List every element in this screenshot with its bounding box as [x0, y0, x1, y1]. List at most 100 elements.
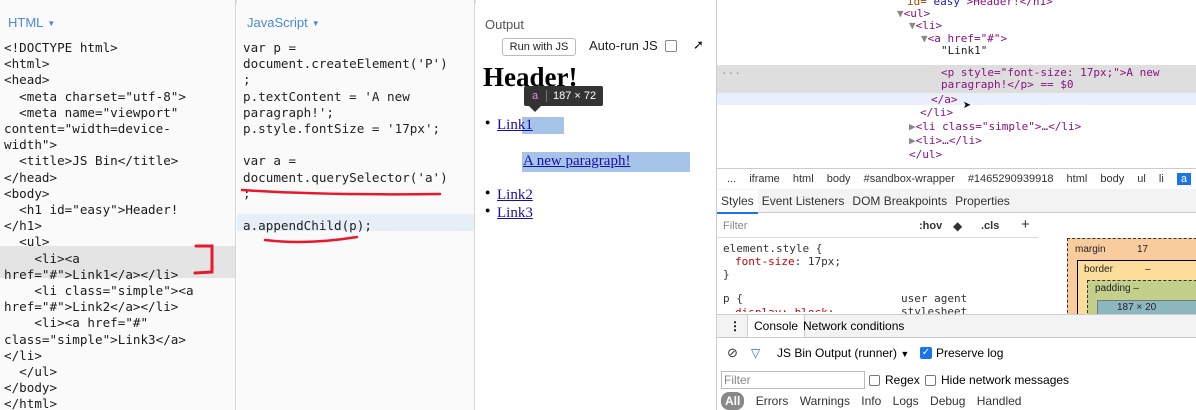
box-model-margin-label: margin	[1075, 244, 1106, 255]
output-link-3[interactable]: Link3	[497, 205, 533, 221]
breadcrumb: ... iframe html body #sandbox-wrapper #1…	[717, 168, 1196, 188]
breadcrumb-item-active[interactable]: a	[1176, 173, 1191, 185]
p-rule-partial: display: block;	[735, 306, 834, 312]
tab-event-listeners[interactable]: Event Listeners	[758, 189, 849, 213]
color-format-icon[interactable]: ◆	[953, 219, 962, 233]
output-list-item: ● Link1	[485, 117, 533, 133]
tab-console[interactable]: Console	[747, 315, 806, 337]
console-filter-row: Filter Regex Hide network messages	[717, 369, 1196, 391]
level-all[interactable]: All	[721, 392, 745, 410]
filter-icon[interactable]: ▽	[751, 338, 760, 368]
box-model-padding-label: padding –	[1095, 283, 1139, 294]
screen: HTML ▼ <!DOCTYPE html> <html> <head> <met…	[0, 0, 1196, 410]
javascript-panel-label-text: JavaScript	[247, 15, 308, 30]
javascript-panel-label[interactable]: JavaScript ▼	[247, 15, 320, 30]
breadcrumb-item[interactable]: iframe	[749, 173, 780, 185]
tab-dom-breakpoints[interactable]: DOM Breakpoints	[848, 189, 951, 213]
context-selector[interactable]: JS Bin Output (runner) ▼	[777, 338, 909, 369]
box-model-border-label: border	[1084, 264, 1113, 275]
level-logs[interactable]: Logs	[893, 394, 919, 408]
tree-p-line2[interactable]: paragraph!</p> == $0	[941, 79, 1073, 91]
javascript-panel: JavaScript ▼ var p = document.createEleme…	[237, 0, 475, 410]
tree-li-simple[interactable]: <li class="simple">…</li>	[916, 120, 1082, 133]
output-list-item: ● Link3	[485, 205, 533, 221]
chevron-down-icon: ▼	[900, 349, 910, 359]
rule-close-brace: }	[723, 268, 730, 281]
level-info[interactable]: Info	[861, 394, 881, 408]
output-panel-label: Output	[485, 17, 525, 32]
tab-network-conditions[interactable]: Network conditions	[803, 315, 904, 337]
sidebar-tabs: Styles Event Listeners DOM Breakpoints Prop…	[717, 189, 1196, 214]
drawer-tabs: ⋮ Console Network conditions	[717, 314, 1196, 338]
tree-a-close[interactable]: </a>	[931, 94, 958, 106]
p-rule-selector: p {	[723, 292, 743, 305]
cls-toggle[interactable]: .cls	[981, 220, 999, 232]
tab-properties[interactable]: Properties	[951, 189, 1014, 213]
breadcrumb-item[interactable]: ul	[1137, 173, 1146, 185]
clear-console-icon[interactable]: ⊘	[727, 338, 738, 368]
styles-pane: Filter :hov ◆ .cls + element.style { fon…	[717, 214, 1039, 318]
tooltip-tag: a	[532, 90, 539, 102]
autorun-checkbox[interactable]	[665, 40, 677, 52]
breadcrumb-item[interactable]: ...	[727, 173, 736, 185]
breadcrumb-item[interactable]: body	[1100, 173, 1124, 185]
output-panel: Output Run with JS Auto-run JS ➚ Header!…	[476, 0, 714, 410]
tree-li-collapsed[interactable]: <li>…</li>	[916, 134, 982, 147]
preserve-log-checkbox[interactable]: ✓	[920, 347, 932, 359]
more-icon[interactable]: ⋮	[729, 315, 741, 337]
dom-tree: ··· id="easy">Header!</h1> ▼<ul> ▼<li> ▼…	[717, 0, 1196, 167]
tab-styles[interactable]: Styles	[717, 190, 758, 214]
breadcrumb-item[interactable]: html	[793, 173, 814, 185]
breadcrumb-item[interactable]: body	[827, 173, 851, 185]
output-link-1[interactable]: Link1	[497, 117, 533, 133]
preserve-log-label: Preserve log	[936, 346, 1004, 360]
new-rule-button[interactable]: +	[1021, 216, 1030, 233]
breadcrumb-item[interactable]: li	[1159, 173, 1164, 185]
html-panel-label-text: HTML	[8, 15, 44, 30]
level-warnings[interactable]: Warnings	[800, 394, 850, 408]
breadcrumb-item[interactable]: #1465290939918	[968, 173, 1054, 185]
level-handled[interactable]: Handled	[977, 394, 1022, 408]
regex-checkbox[interactable]	[869, 375, 880, 386]
console-filter-input[interactable]: Filter	[721, 371, 865, 389]
box-model: margin 17 border – padding – 187 × 20	[1067, 238, 1196, 318]
breadcrumb-item[interactable]: #sandbox-wrapper	[864, 173, 955, 185]
inspect-tooltip: a 187 × 72	[524, 86, 603, 106]
autorun-label: Auto-run JS	[589, 38, 658, 53]
chevron-down-icon: ▼	[311, 19, 320, 29]
html-panel: HTML ▼ <!DOCTYPE html> <html> <head> <met…	[0, 0, 236, 410]
console-toolbar: ⊘ ▽ JS Bin Output (runner) ▼ ✓ Preserve …	[717, 338, 1196, 368]
log-level-filters: All Errors Warnings Info Logs Debug Hand…	[717, 392, 1196, 410]
expand-arrow-icon[interactable]: ➚	[693, 37, 704, 53]
styles-filter-input[interactable]: Filter	[723, 220, 747, 232]
devtools-panel: ··· id="easy">Header!</h1> ▼<ul> ▼<li> ▼…	[716, 0, 1196, 410]
chevron-down-icon: ▼	[47, 19, 56, 29]
level-errors[interactable]: Errors	[756, 394, 789, 408]
tree-li-close[interactable]: </li>	[920, 107, 953, 119]
tree-li-open[interactable]: <li>	[916, 19, 943, 32]
output-list-item: ● Link2	[485, 187, 533, 203]
tree-ul-close[interactable]: </ul>	[909, 149, 942, 161]
output-link-2[interactable]: Link2	[497, 187, 533, 203]
box-model-margin-value[interactable]: 17	[1137, 244, 1148, 255]
tooltip-size: 187 × 72	[553, 90, 597, 102]
hov-toggle[interactable]: :hov	[919, 220, 942, 232]
hide-network-checkbox[interactable]	[925, 375, 936, 386]
run-with-js-button[interactable]: Run with JS	[502, 38, 576, 56]
cursor-icon: ➤	[963, 98, 972, 114]
element-style-declaration[interactable]: font-size: 17px;	[735, 255, 841, 268]
html-code-editor[interactable]: <!DOCTYPE html> <html> <head> <meta char…	[4, 40, 194, 410]
tree-link-text[interactable]: "Link1"	[941, 45, 987, 57]
breadcrumb-item[interactable]: html	[1067, 173, 1088, 185]
level-debug[interactable]: Debug	[930, 394, 965, 408]
box-model-content-size[interactable]: 187 × 20	[1117, 302, 1156, 313]
styles-filter-row: Filter :hov ◆ .cls +	[717, 214, 1039, 238]
output-paragraph-text[interactable]: A new paragraph!	[523, 153, 630, 169]
output-paragraph[interactable]: A new paragraph!	[523, 153, 630, 170]
regex-label: Regex	[885, 373, 920, 387]
javascript-code-editor[interactable]: var p = document.createElement('P') ; p.…	[243, 40, 448, 234]
box-model-border-value[interactable]: –	[1145, 264, 1151, 275]
hide-network-label: Hide network messages	[941, 373, 1070, 387]
tooltip-arrow	[529, 106, 541, 112]
html-panel-label[interactable]: HTML ▼	[8, 15, 55, 30]
